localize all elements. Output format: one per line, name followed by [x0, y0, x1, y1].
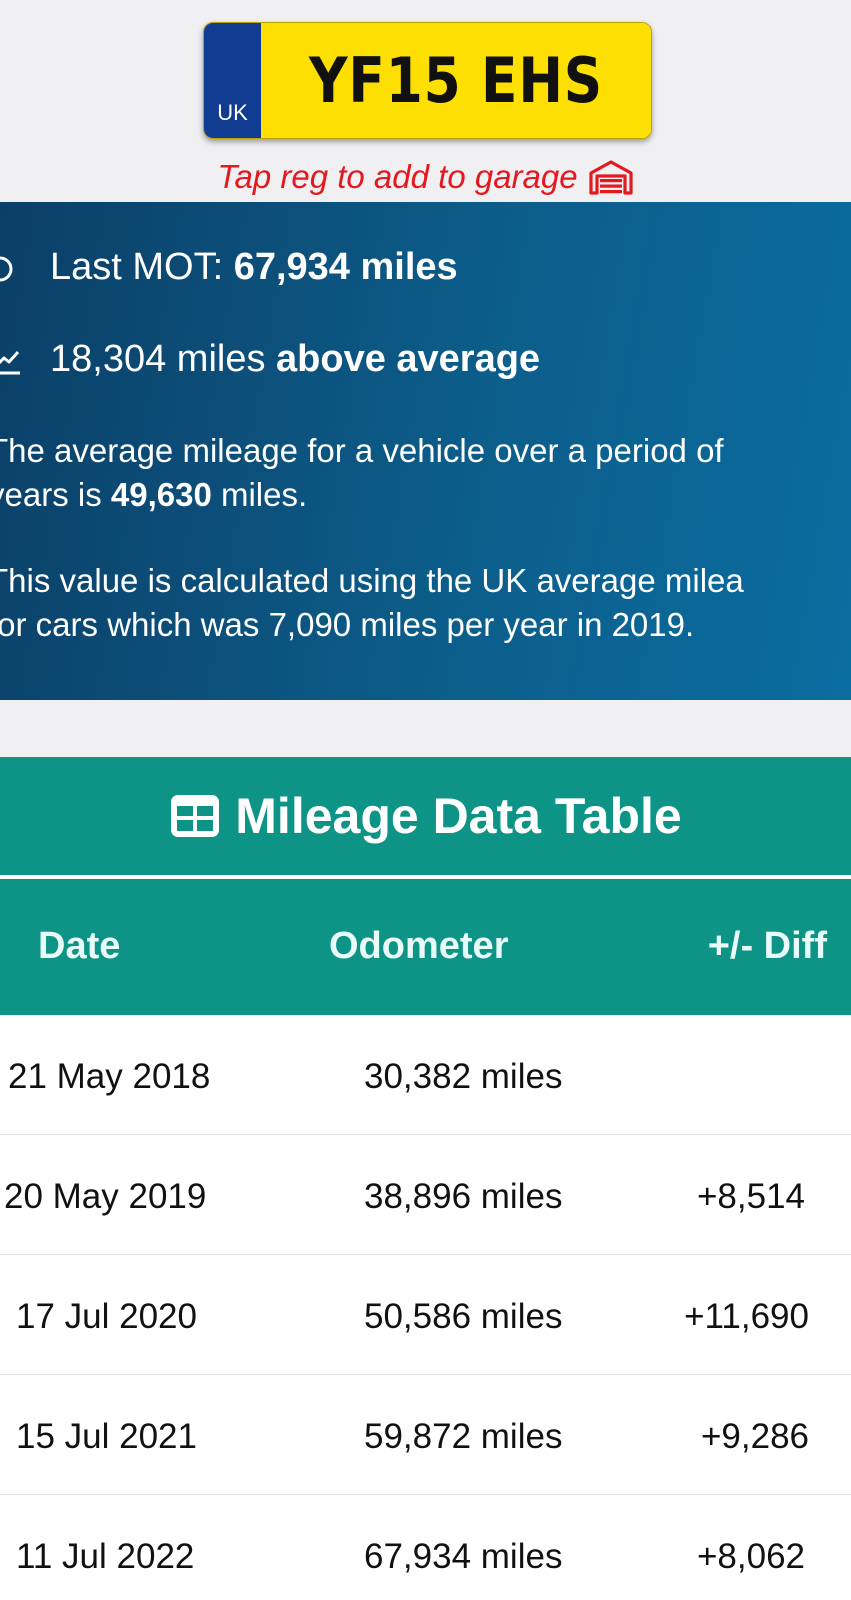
row-odometer: 67,934 miles	[364, 1537, 563, 1576]
row-diff: +8,062	[696, 1537, 805, 1576]
row-date: 21 May 2018	[8, 1057, 211, 1096]
row-date: 17 Jul 2020	[16, 1297, 197, 1336]
row-odometer: 59,872 miles	[364, 1417, 563, 1456]
average-explanation: The average mileage for a vehicle over a…	[0, 429, 851, 517]
row-diff: +11,690	[684, 1297, 809, 1336]
last-mot-value: 67,934 miles	[233, 246, 458, 288]
add-to-garage-text: Tap reg to add to garage	[217, 158, 578, 195]
mileage-data-table: Mileage Data Table Date Odometer +/- Dif…	[0, 757, 851, 1600]
row-date: 15 Jul 2021	[16, 1417, 197, 1456]
add-to-garage-link[interactable]: Tap reg to add to garage	[0, 158, 851, 196]
registration-plate[interactable]: UK YF15 EHS	[203, 22, 652, 139]
average-explanation-line-2: years is 49,630 miles.	[0, 476, 308, 513]
trend-up-icon	[0, 350, 20, 375]
row-odometer: 30,382 miles	[364, 1057, 563, 1096]
table-row: 11 Jul 2022 67,934 miles +8,062	[0, 1495, 851, 1600]
header-odometer: Odometer	[329, 925, 509, 967]
header-diff: +/- Diff	[707, 925, 827, 967]
circle-icon	[0, 256, 13, 282]
plate-registration: YF15 EHS	[308, 44, 604, 117]
average-mileage-value: 49,630	[110, 476, 212, 513]
row-odometer: 50,586 miles	[364, 1297, 563, 1336]
table-header: Date Odometer +/- Diff	[0, 879, 851, 1015]
table-row: 15 Jul 2021 59,872 miles +9,286	[0, 1375, 851, 1495]
row-date: 20 May 2019	[4, 1177, 207, 1216]
table-title: Mileage Data Table	[235, 788, 682, 844]
average-explanation-line-1: The average mileage for a vehicle over a…	[0, 432, 724, 469]
row-date: 11 Jul 2022	[16, 1537, 195, 1576]
row-odometer: 38,896 miles	[364, 1177, 563, 1216]
above-average-label: above average	[276, 338, 541, 380]
row-diff: +8,514	[696, 1177, 805, 1216]
header-date: Date	[38, 925, 121, 967]
row-diff: +9,286	[700, 1417, 809, 1456]
table-title-bar: Mileage Data Table	[0, 757, 851, 875]
table-body: 21 May 2018 30,382 miles 20 May 2019 38,…	[0, 1015, 851, 1600]
mileage-screen: UK YF15 EHS Tap reg to add to garage Las…	[0, 0, 851, 1600]
table-row: 21 May 2018 30,382 miles	[0, 1015, 851, 1135]
last-mot-label: Last MOT:	[50, 246, 234, 288]
mileage-info-panel: Last MOT: 67,934 miles 18,304 miles abov…	[0, 202, 851, 700]
table-row: 20 May 2019 38,896 miles +8,514	[0, 1135, 851, 1255]
calculation-note: This value is calculated using the UK av…	[0, 559, 851, 647]
calculation-note-line-1: This value is calculated using the UK av…	[0, 562, 744, 599]
above-average-value: 18,304 miles	[50, 338, 277, 380]
plate-country-code: UK	[217, 100, 248, 125]
table-row: 17 Jul 2020 50,586 miles +11,690	[0, 1255, 851, 1375]
garage-icon	[589, 160, 633, 195]
plate-country-band: UK	[204, 23, 261, 138]
plate-face: YF15 EHS	[261, 23, 651, 138]
table-icon	[171, 795, 220, 837]
calculation-note-line-2: for cars which was 7,090 miles per year …	[0, 606, 695, 643]
